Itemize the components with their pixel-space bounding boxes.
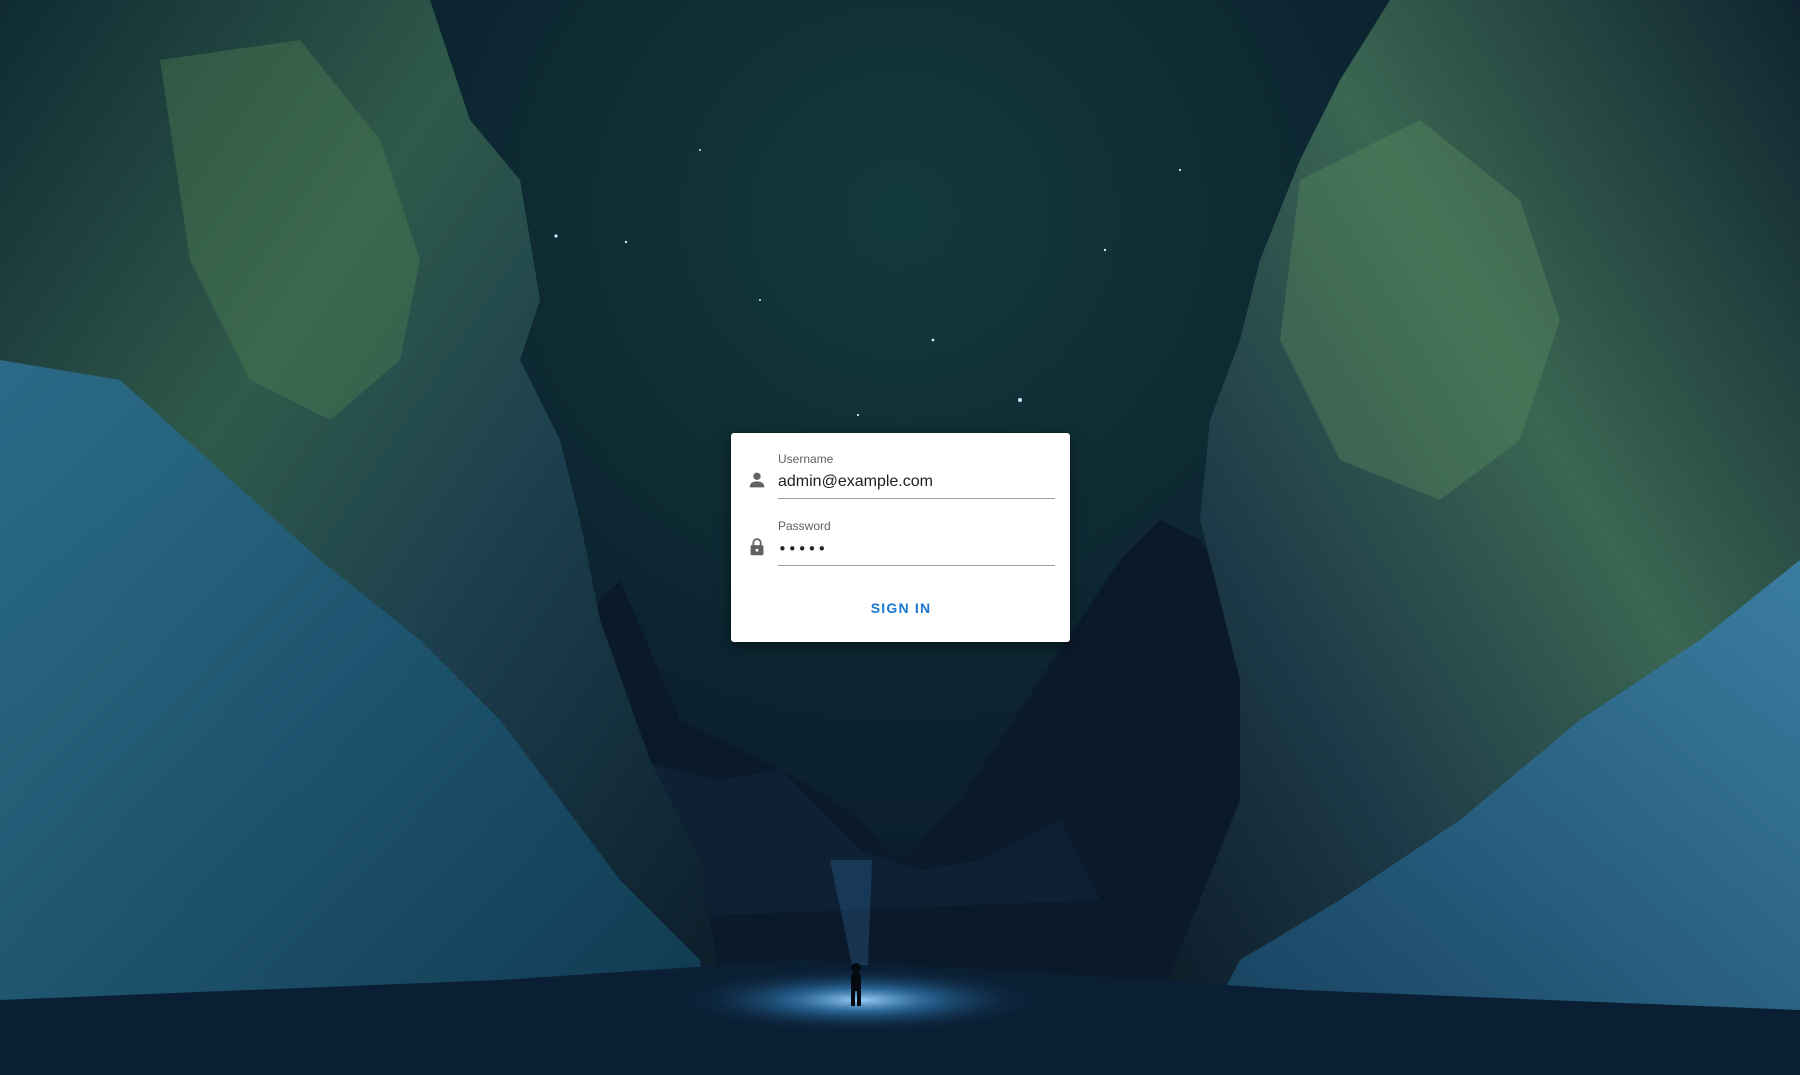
password-field: Password	[778, 519, 1055, 566]
person-icon	[746, 469, 768, 491]
username-label: Username	[778, 452, 834, 466]
username-input[interactable]	[778, 471, 1055, 493]
password-label: Password	[778, 519, 831, 533]
lock-icon	[746, 536, 768, 558]
username-field: Username	[778, 452, 1055, 499]
sign-in-button[interactable]: SIGN IN	[841, 591, 961, 625]
password-input[interactable]	[778, 538, 1055, 560]
login-card: Username Password SIGN IN	[731, 433, 1070, 642]
